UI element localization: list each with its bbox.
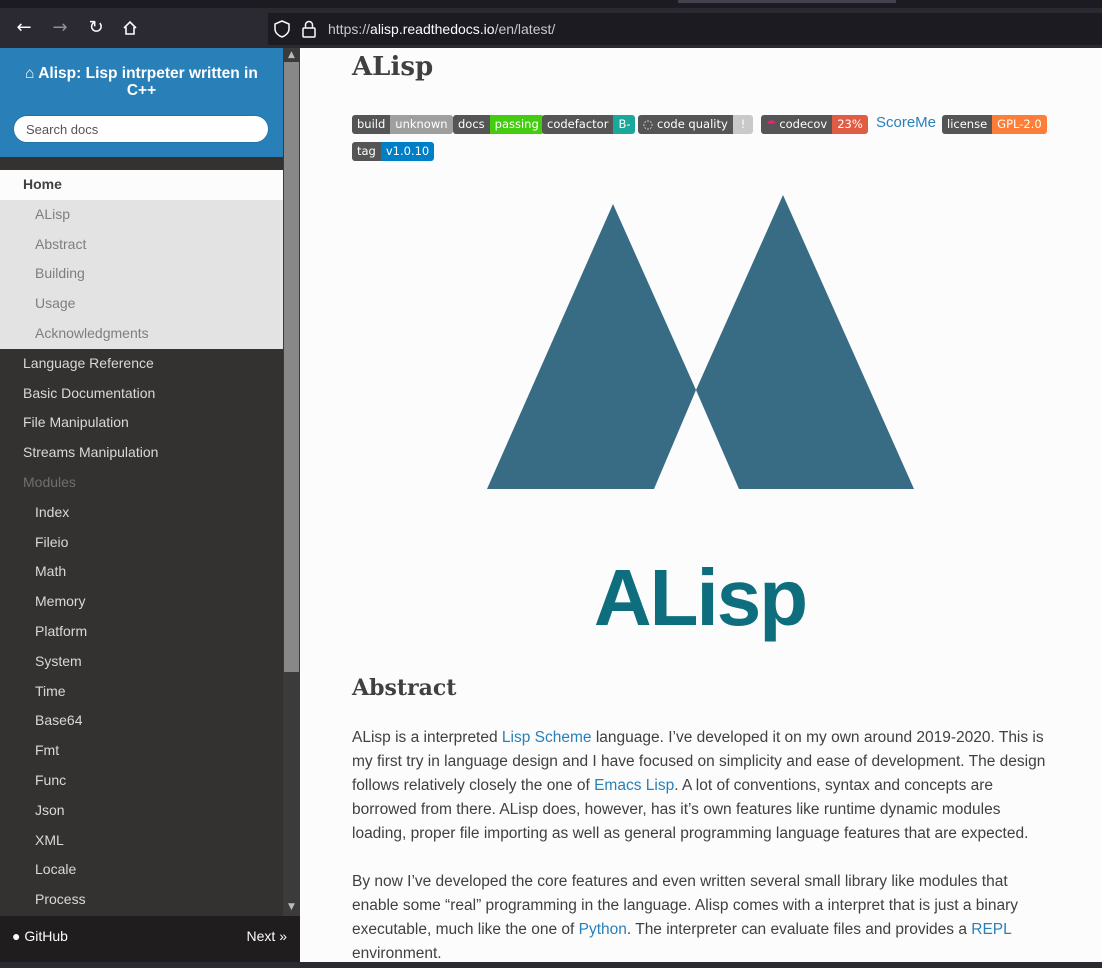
sidebar-item-fileio[interactable]: Fileio [0, 528, 283, 558]
code-quality-badge[interactable]: ◌ code quality ! [638, 115, 754, 134]
scroll-up-icon[interactable]: ▲ [284, 48, 299, 62]
url-host: alisp.readthedocs.io [370, 21, 495, 37]
sidebar-item-func[interactable]: Func [0, 766, 283, 796]
scoreme-link[interactable]: ScoreMe [876, 114, 936, 131]
tag-badge[interactable]: tag v1.0.10 [352, 142, 435, 161]
docs-badge-value: passing [489, 115, 544, 134]
code-quality-badge-value: ! [732, 115, 754, 134]
logo-left-peak [487, 204, 696, 489]
github-icon: ● [12, 928, 21, 944]
browser-toolbar: ← → ↻ https://alisp.readthedocs.io/en/la… [0, 0, 1102, 48]
sidebar-item-home[interactable]: Home [0, 170, 283, 200]
umbrella-icon: ☂ [766, 117, 777, 131]
sidebar-item-process[interactable]: Process [0, 885, 283, 915]
sidebar-scrollbar-thumb[interactable] [284, 62, 299, 672]
sidebar-item-platform[interactable]: Platform [0, 617, 283, 647]
tab-strip [0, 0, 1102, 8]
sidebar-item-system[interactable]: System [0, 647, 283, 677]
sidebar-item-modules: Modules [23, 473, 76, 490]
codefactor-badge-value: B- [613, 115, 636, 134]
page-title: ALisp [352, 52, 434, 82]
sidebar-header: ⌂ Alisp: Lisp intrpeter written in C++ [0, 48, 283, 157]
sidebar-item-index[interactable]: Index [0, 498, 283, 528]
logo-right-peak [696, 195, 914, 489]
license-badge[interactable]: license GPL-2.0 [942, 115, 1047, 134]
main-content: ALisp build unknown docs passing codefac… [300, 48, 1102, 962]
logo-wordmark: ALisp [593, 553, 808, 642]
build-badge-label: build [352, 115, 391, 134]
shield-icon[interactable] [274, 13, 290, 45]
sidebar-item-fmt[interactable]: Fmt [0, 736, 283, 766]
sidebar-item-basic-documentation[interactable]: Basic Documentation [0, 379, 283, 409]
emacs-lisp-link[interactable]: Emacs Lisp [594, 777, 674, 794]
docs-sidebar: ⌂ Alisp: Lisp intrpeter written in C++ H… [0, 48, 300, 962]
lisp-scheme-link[interactable]: Lisp Scheme [502, 729, 592, 746]
address-bar[interactable]: https://alisp.readthedocs.io/en/latest/ [268, 13, 1102, 45]
license-badge-label: license [942, 115, 993, 134]
sidebar-footer: ● GitHub Next » [0, 916, 300, 962]
alisp-logo [487, 195, 914, 489]
tag-badge-value: v1.0.10 [380, 142, 435, 161]
sidebar-item-base64[interactable]: Base64 [0, 706, 283, 736]
url-text[interactable]: https://alisp.readthedocs.io/en/latest/ [328, 13, 555, 45]
sidebar-item-usage[interactable]: Usage [0, 289, 283, 319]
repl-link[interactable]: REPL [971, 921, 1011, 938]
sidebar-item-building[interactable]: Building [0, 259, 283, 290]
sidebar-item-locale[interactable]: Locale [0, 855, 283, 885]
reload-icon[interactable]: ↻ [82, 14, 110, 42]
sidebar-item-xml[interactable]: XML [0, 826, 283, 856]
lock-icon[interactable] [301, 13, 317, 45]
tag-badge-label: tag [352, 142, 381, 161]
python-link[interactable]: Python [579, 921, 627, 938]
home-icon: ⌂ [25, 65, 39, 82]
sidebar-item-json[interactable]: Json [0, 796, 283, 826]
docs-badge-label: docs [453, 115, 490, 134]
project-title-link[interactable]: ⌂ Alisp: Lisp intrpeter written in C++ [10, 65, 273, 99]
sidebar-item-memory[interactable]: Memory [0, 587, 283, 617]
url-path: /en/latest/ [494, 21, 556, 37]
sidebar-item-file-manipulation[interactable]: File Manipulation [0, 408, 283, 438]
build-badge-value: unknown [390, 115, 453, 134]
active-tab-indicator[interactable] [678, 0, 896, 3]
home-icon[interactable] [116, 14, 144, 42]
codecov-badge[interactable]: ☂ codecov 23% [761, 115, 868, 134]
url-scheme: https:// [328, 21, 371, 37]
sidebar-item-math[interactable]: Math [0, 557, 283, 587]
codefactor-badge[interactable]: codefactor B- [542, 115, 636, 134]
abstract-paragraph-1: ALisp is a interpreted Lisp Scheme langu… [352, 726, 1052, 846]
sidebar-item-language-reference[interactable]: Language Reference [0, 349, 283, 379]
sidebar-item-streams-manipulation[interactable]: Streams Manipulation [0, 438, 283, 468]
code-quality-badge-label: code quality [657, 117, 728, 131]
search-input[interactable] [13, 115, 269, 143]
sidebar-item-alisp[interactable]: ALisp [0, 199, 283, 230]
license-badge-value: GPL-2.0 [992, 115, 1047, 134]
codecov-badge-value: 23% [832, 115, 868, 134]
code-quality-icon: ◌ [643, 117, 654, 131]
docs-badge[interactable]: docs passing [453, 115, 544, 134]
build-badge[interactable]: build unknown [352, 115, 453, 134]
codecov-badge-label: codecov [779, 117, 828, 131]
text-run: environment. [352, 945, 442, 962]
text-run: . The interpreter can evaluate files and… [626, 921, 972, 938]
window-bottom-edge [0, 962, 1102, 968]
next-link[interactable]: Next » [247, 928, 287, 944]
github-label: GitHub [24, 928, 68, 944]
sidebar-item-acknowledgments[interactable]: Acknowledgments [0, 318, 283, 349]
abstract-heading: Abstract [352, 675, 457, 701]
project-title: Alisp: Lisp intrpeter written in C++ [38, 65, 258, 99]
sidebar-item-abstract[interactable]: Abstract [0, 229, 283, 260]
forward-arrow-icon[interactable]: → [46, 14, 74, 42]
scroll-down-icon[interactable]: ▼ [284, 900, 299, 914]
back-arrow-icon[interactable]: ← [10, 14, 38, 42]
abstract-paragraph-2: By now I’ve developed the core features … [352, 870, 1052, 962]
sidebar-nav: Home ALisp Abstract Building Usage Acknowledg… [0, 170, 283, 915]
github-link[interactable]: ● GitHub [12, 928, 68, 944]
sidebar-item-time[interactable]: Time [0, 677, 283, 707]
codefactor-badge-label: codefactor [542, 115, 614, 134]
text-run: ALisp is a interpreted [352, 729, 502, 746]
